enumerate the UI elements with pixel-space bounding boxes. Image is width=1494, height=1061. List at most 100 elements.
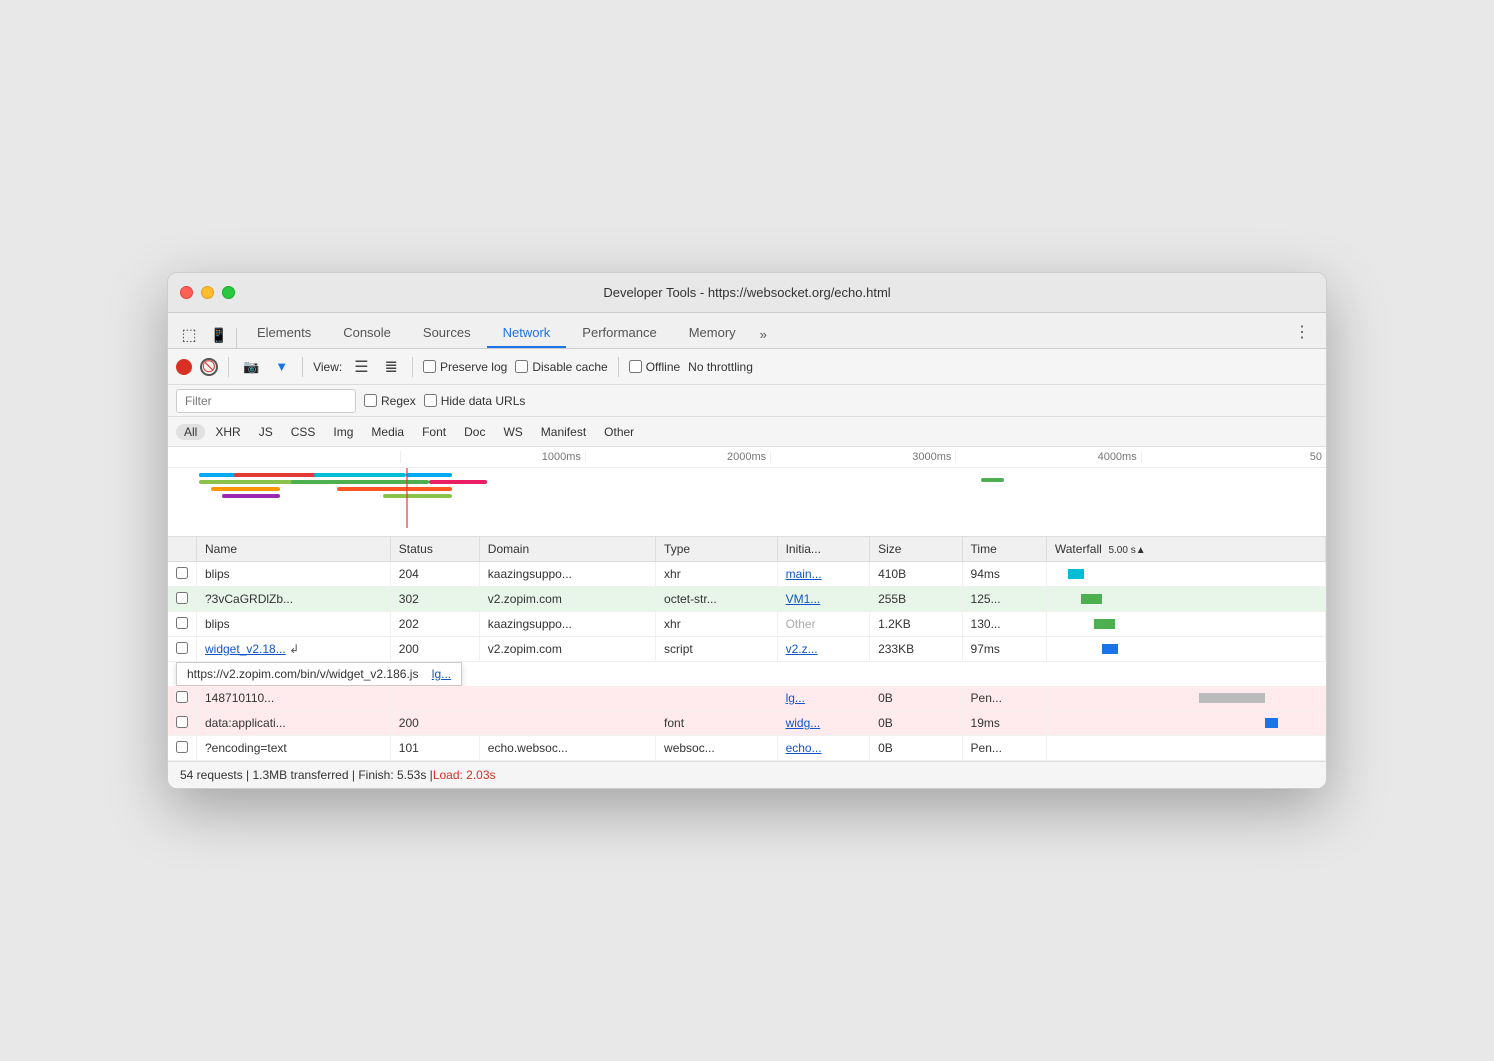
row-time: 125... — [962, 587, 1046, 612]
type-manifest[interactable]: Manifest — [533, 424, 594, 440]
type-media[interactable]: Media — [363, 424, 412, 440]
hide-data-urls-input[interactable] — [424, 394, 437, 407]
tab-sources[interactable]: Sources — [407, 319, 487, 348]
type-ws[interactable]: WS — [495, 424, 530, 440]
tab-elements[interactable]: Elements — [241, 319, 327, 348]
type-other[interactable]: Other — [596, 424, 642, 440]
tab-network[interactable]: Network — [487, 319, 567, 348]
offline-input[interactable] — [629, 360, 642, 373]
type-all[interactable]: All — [176, 424, 205, 440]
regex-checkbox[interactable]: Regex — [364, 394, 416, 408]
row-domain: echo.websoc... — [479, 736, 655, 761]
hide-data-urls-checkbox[interactable]: Hide data URLs — [424, 394, 526, 408]
row-size: 255B — [870, 587, 962, 612]
table-row[interactable]: ?3vCaGRDlZb... 302 v2.zopim.com octet-st… — [168, 587, 1326, 612]
preserve-log-checkbox[interactable]: Preserve log — [423, 360, 507, 374]
device-toolbar-icon[interactable]: 📱 — [206, 322, 232, 348]
row-size: 0B — [870, 686, 962, 711]
row-domain — [479, 711, 655, 736]
type-filter-bar: All XHR JS CSS Img Media Font Doc WS Man… — [168, 417, 1326, 447]
tab-console[interactable]: Console — [327, 319, 407, 348]
regex-input[interactable] — [364, 394, 377, 407]
row-checkbox[interactable] — [168, 562, 197, 587]
table-row[interactable]: blips 202 kaazingsuppo... xhr Other 1.2K… — [168, 612, 1326, 637]
tab-memory[interactable]: Memory — [673, 319, 752, 348]
row-initiator: widg... — [777, 711, 869, 736]
status-load: Load: 2.03s — [433, 768, 496, 782]
preserve-log-input[interactable] — [423, 360, 436, 373]
mark-5000ms: 50 — [1141, 451, 1326, 463]
row-status: 302 — [390, 587, 479, 612]
col-type[interactable]: Type — [656, 537, 778, 562]
network-table-wrapper: Name Status Domain Type Initia... Size T… — [168, 537, 1326, 761]
view-label: View: — [313, 360, 342, 374]
type-img[interactable]: Img — [325, 424, 361, 440]
col-name[interactable]: Name — [197, 537, 391, 562]
col-checkbox — [168, 537, 197, 562]
row-checkbox[interactable] — [168, 686, 197, 711]
tab-more[interactable]: » — [752, 321, 775, 348]
row-initiator: VM1... — [777, 587, 869, 612]
throttle-dropdown[interactable]: No throttling — [688, 360, 753, 374]
row-name: blips — [197, 612, 391, 637]
col-waterfall[interactable]: Waterfall 5.00 s▲ — [1046, 537, 1325, 562]
disable-cache-input[interactable] — [515, 360, 528, 373]
type-font[interactable]: Font — [414, 424, 454, 440]
col-domain[interactable]: Domain — [479, 537, 655, 562]
minimize-button[interactable] — [201, 286, 214, 299]
col-initiator[interactable]: Initia... — [777, 537, 869, 562]
cursor-inspect-icon[interactable]: ⬚ — [176, 322, 202, 348]
row-time: 130... — [962, 612, 1046, 637]
type-css[interactable]: CSS — [283, 424, 324, 440]
devtools-menu[interactable]: ⋮ — [1286, 316, 1318, 348]
table-row[interactable]: widget_v2.18... ↲ 200 v2.zopim.com scrip… — [168, 637, 1326, 662]
row-waterfall — [1046, 711, 1325, 736]
row-waterfall — [1046, 562, 1325, 587]
close-button[interactable] — [180, 286, 193, 299]
mark-4000ms: 4000ms — [955, 451, 1140, 463]
table-row[interactable]: ?encoding=text 101 echo.websoc... websoc… — [168, 736, 1326, 761]
camera-icon[interactable]: 📷 — [239, 357, 263, 377]
view-group-icon[interactable]: ≣ — [381, 355, 402, 379]
view-list-icon[interactable]: ☰ — [350, 355, 372, 379]
row-name: widget_v2.18... ↲ — [197, 637, 391, 662]
row-checkbox[interactable] — [168, 736, 197, 761]
row-initiator: v2.z... — [777, 637, 869, 662]
table-row[interactable]: 148710110... lg... 0B Pen... — [168, 686, 1326, 711]
offline-checkbox[interactable]: Offline — [629, 360, 680, 374]
col-time[interactable]: Time — [962, 537, 1046, 562]
row-status: 200 — [390, 711, 479, 736]
col-status[interactable]: Status — [390, 537, 479, 562]
disable-cache-checkbox[interactable]: Disable cache — [515, 360, 607, 374]
devtools-window: Developer Tools - https://websocket.org/… — [167, 272, 1327, 789]
row-checkbox[interactable] — [168, 637, 197, 662]
tooltip-initiator[interactable]: lg... — [432, 667, 451, 681]
row-checkbox[interactable] — [168, 587, 197, 612]
row-name: 148710110... — [197, 686, 391, 711]
tab-performance[interactable]: Performance — [566, 319, 672, 348]
filter-input[interactable] — [176, 389, 356, 413]
row-checkbox[interactable] — [168, 612, 197, 637]
record-button[interactable] — [176, 359, 192, 375]
row-checkbox[interactable] — [168, 711, 197, 736]
row-name: data:applicati... — [197, 711, 391, 736]
clear-button[interactable]: 🚫 — [200, 358, 218, 376]
mark-3000ms: 3000ms — [770, 451, 955, 463]
toolbar-sep-5 — [618, 357, 619, 377]
table-header-row: Name Status Domain Type Initia... Size T… — [168, 537, 1326, 562]
network-toolbar: 🚫 📷 ▼ View: ☰ ≣ Preserve log Disable cac… — [168, 349, 1326, 385]
type-doc[interactable]: Doc — [456, 424, 493, 440]
maximize-button[interactable] — [222, 286, 235, 299]
timeline-area: 1000ms 2000ms 3000ms 4000ms 50 — [168, 447, 1326, 537]
type-xhr[interactable]: XHR — [207, 424, 248, 440]
tooltip-row: https://v2.zopim.com/bin/v/widget_v2.186… — [168, 662, 1326, 687]
type-js[interactable]: JS — [251, 424, 281, 440]
row-size: 233KB — [870, 637, 962, 662]
status-bar: 54 requests | 1.3MB transferred | Finish… — [168, 761, 1326, 788]
row-name: blips — [197, 562, 391, 587]
filter-icon[interactable]: ▼ — [271, 357, 292, 376]
table-row[interactable]: data:applicati... 200 font widg... 0B 19… — [168, 711, 1326, 736]
table-row[interactable]: blips 204 kaazingsuppo... xhr main... 41… — [168, 562, 1326, 587]
col-size[interactable]: Size — [870, 537, 962, 562]
row-type: script — [656, 637, 778, 662]
